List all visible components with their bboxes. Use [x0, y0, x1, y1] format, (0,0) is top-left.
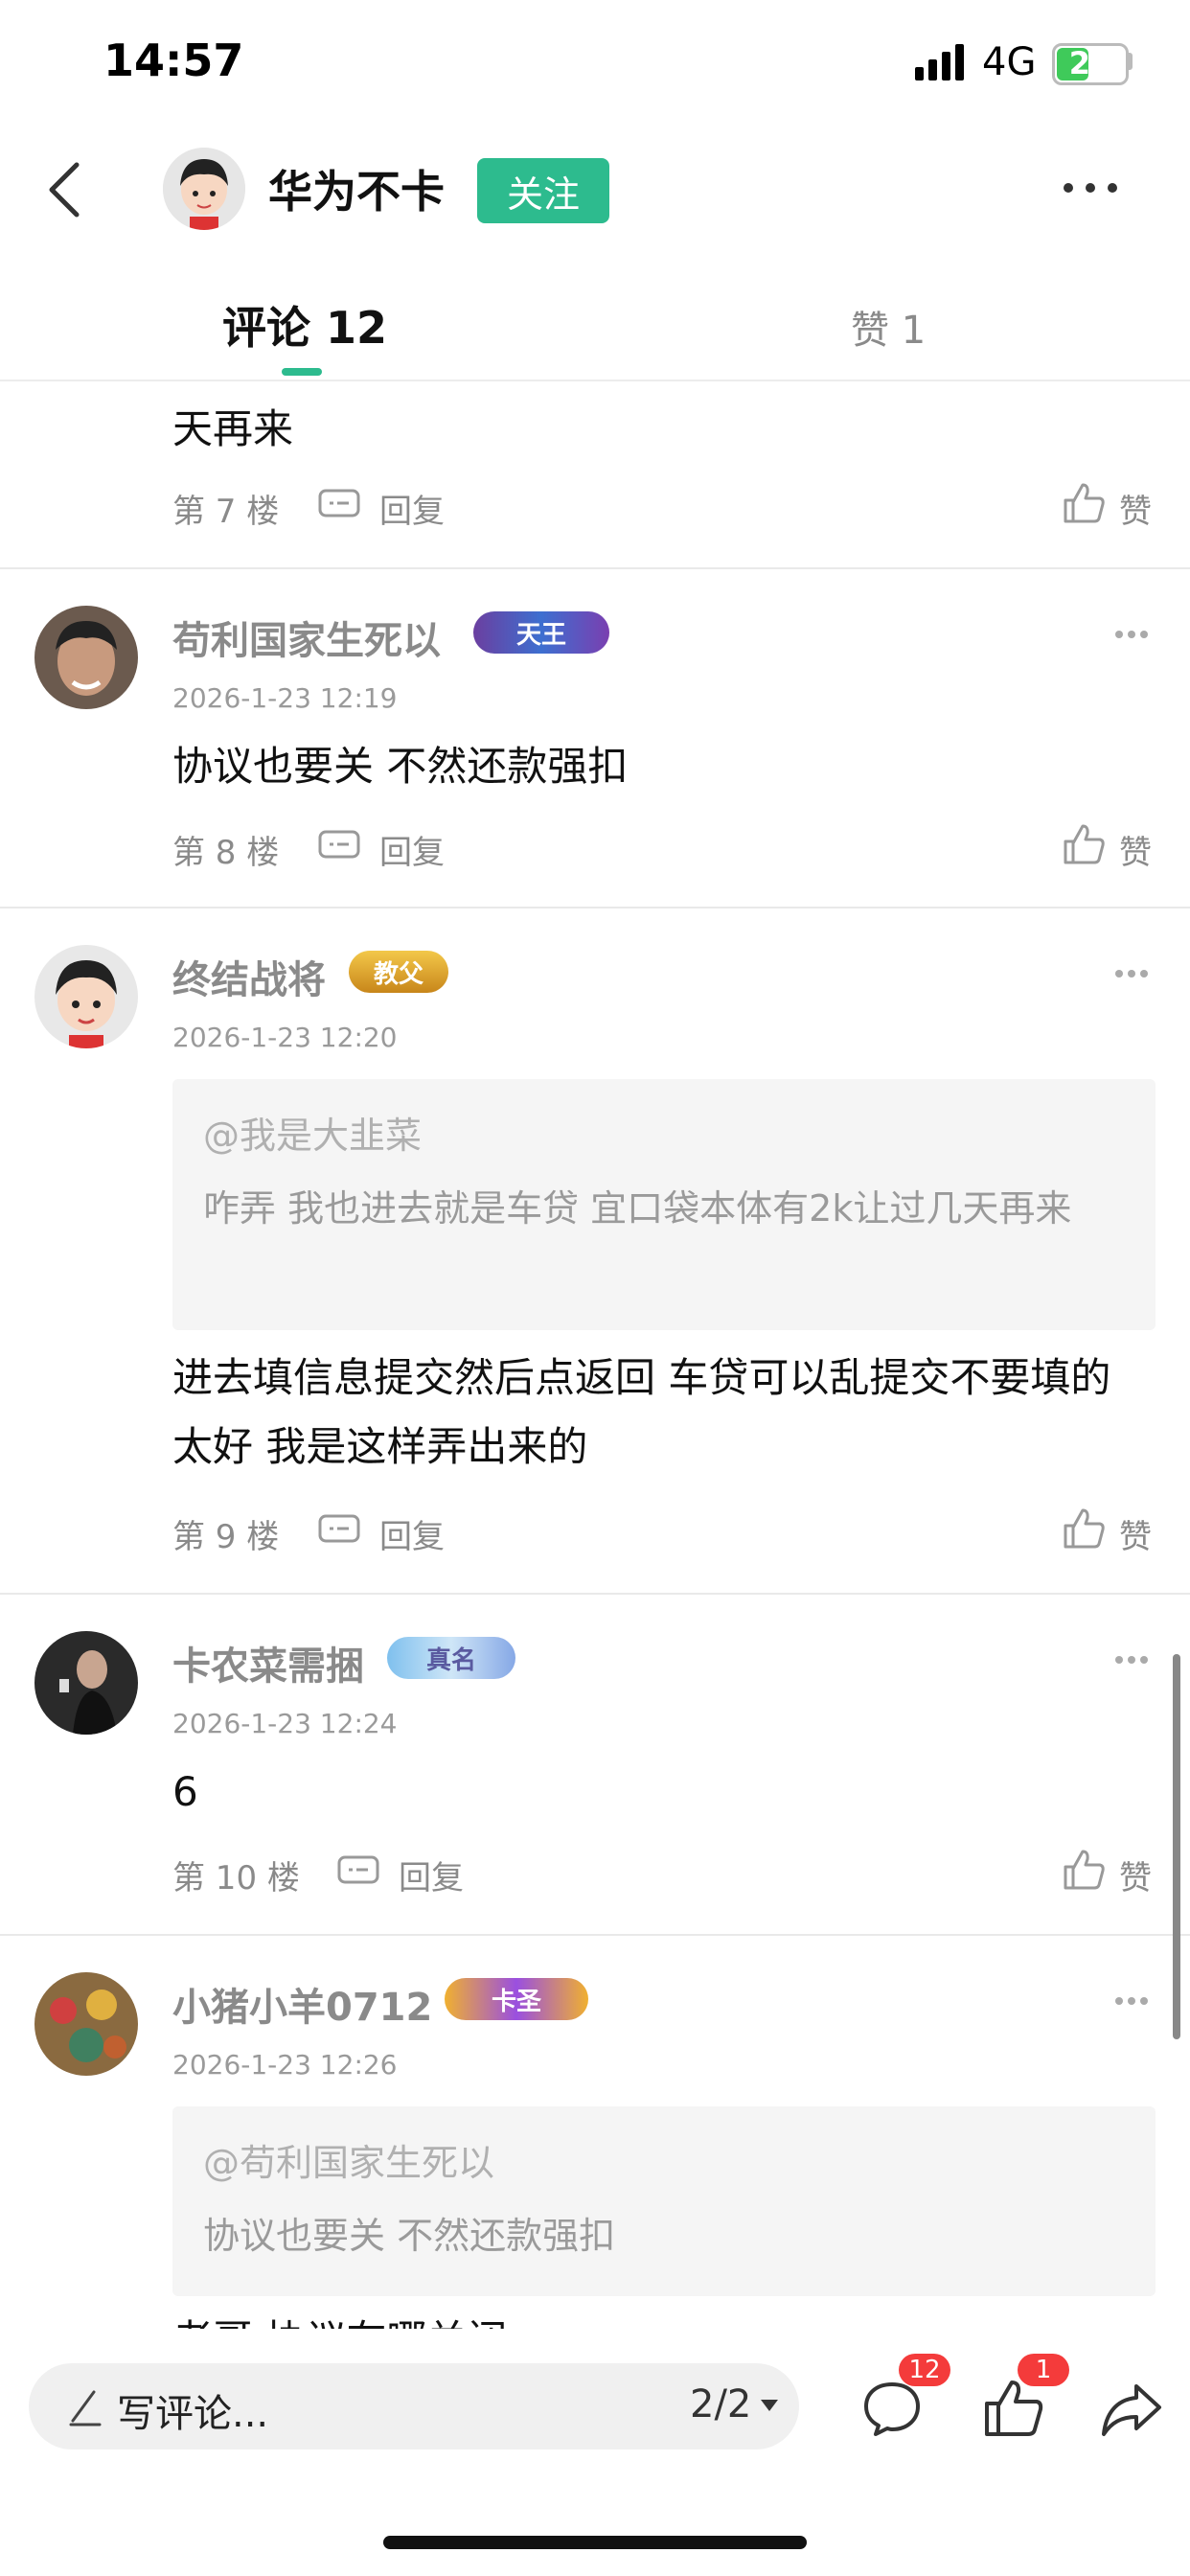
comment-date: 2026-1-23 12:20 [172, 1022, 398, 1053]
comment-username[interactable]: 终结战将 [172, 949, 326, 1004]
list-item: 苟利国家生死以 天王 2026-1-23 12:19 协议也要关 不然还款强扣 … [0, 571, 1190, 908]
like-button[interactable]: 赞 [1119, 1852, 1152, 1898]
comment-more-icon[interactable] [1115, 970, 1148, 979]
reply-button[interactable]: 回复 [399, 1852, 464, 1898]
user-badge: 教父 [349, 951, 448, 993]
author-avatar[interactable] [163, 148, 245, 230]
comment-text: 进去填信息提交然后点返回 车贷可以乱提交不要填的太好 我是这样弄出来的 [172, 1354, 1111, 1470]
comment-date: 2026-1-23 12:19 [172, 682, 398, 714]
like-count-badge: 1 [1018, 2354, 1069, 2386]
reply-icon[interactable] [318, 830, 360, 862]
divider [0, 1934, 1190, 1936]
back-icon[interactable] [46, 161, 84, 218]
comment-text: 6 [172, 1768, 198, 1815]
comment-text: 协议也要关 不然还款强扣 [172, 743, 629, 790]
reply-icon[interactable] [318, 1514, 360, 1547]
thumbs-up-icon[interactable] [1062, 481, 1106, 525]
reply-icon[interactable] [318, 489, 360, 521]
network-label: 4G [982, 40, 1037, 84]
battery-level: 25 [1068, 45, 1112, 81]
list-item: 卡农菜需捆 真名 2026-1-23 12:24 6 第 10 楼 回复 赞 [0, 1597, 1190, 1936]
comment-text: 天再来 [172, 405, 294, 452]
like-button[interactable]: 赞 [1119, 485, 1152, 532]
pen-icon [69, 2390, 102, 2426]
divider [0, 907, 1190, 908]
divider [0, 567, 1190, 569]
comment-date: 2026-1-23 12:26 [172, 2049, 398, 2081]
reply-button[interactable]: 回复 [379, 826, 445, 873]
quoted-username: @我是大韭菜 [203, 1115, 423, 1157]
user-badge: 卡圣 [445, 1978, 588, 2020]
share-icon[interactable] [1100, 2377, 1163, 2440]
battery-nub [1127, 53, 1133, 70]
tab-likes[interactable]: 赞 1 [851, 299, 926, 355]
comment-input[interactable]: 写评论... 2/2 [29, 2363, 799, 2450]
tab-comments[interactable]: 评论 12 [222, 293, 387, 356]
quoted-comment[interactable]: @苟利国家生死以 协议也要关 不然还款强扣 [172, 2106, 1156, 2296]
floor-number: 第 10 楼 [172, 1859, 300, 1898]
signal-icon [915, 42, 967, 80]
follow-button[interactable]: 关注 [477, 158, 609, 223]
quoted-comment[interactable]: @我是大韭菜 咋弄 我也进去就是车贷 宜口袋本体有2k让过几天再来 [172, 1079, 1156, 1330]
floor-number: 第 7 楼 [172, 493, 280, 531]
avatar[interactable] [34, 606, 138, 709]
thumbs-up-icon[interactable] [1062, 1506, 1106, 1551]
chevron-down-icon[interactable] [761, 2400, 778, 2411]
status-time: 14:57 [103, 34, 244, 86]
reply-icon[interactable] [337, 1855, 379, 1888]
comment-count-badge: 12 [899, 2354, 950, 2386]
battery-icon: 25 [1052, 43, 1129, 85]
comment-input-placeholder: 写评论... [117, 2392, 269, 2436]
like-button[interactable]: 赞 [1119, 826, 1152, 873]
page-indicator[interactable]: 2/2 [690, 2382, 751, 2426]
comment-more-icon[interactable] [1115, 631, 1148, 640]
home-indicator[interactable] [383, 2536, 807, 2549]
scrollbar[interactable] [1173, 1654, 1180, 2039]
like-button[interactable]: 赞 [1119, 1510, 1152, 1557]
floor-number: 第 9 楼 [172, 1518, 280, 1556]
comment-username[interactable]: 卡农菜需捆 [172, 1635, 364, 1690]
floor-number: 第 8 楼 [172, 834, 280, 872]
divider [0, 1593, 1190, 1595]
quoted-text: 咋弄 我也进去就是车贷 宜口袋本体有2k让过几天再来 [203, 1187, 1072, 1230]
comment-date: 2026-1-23 12:24 [172, 1708, 398, 1739]
comment-username[interactable]: 苟利国家生死以 [172, 610, 441, 665]
tab-indicator [282, 368, 322, 376]
list-item: 天再来 第 7 楼 回复 赞 [0, 381, 1190, 569]
author-name[interactable]: 华为不卡 [268, 157, 445, 220]
list-item: 终结战将 教父 2026-1-23 12:20 @我是大韭菜 咋弄 我也进去就是… [0, 910, 1190, 1595]
quoted-username: @苟利国家生死以 [203, 2142, 495, 2184]
comment-username[interactable]: 小猪小羊0712 [172, 1976, 432, 2032]
reply-button[interactable]: 回复 [379, 1510, 445, 1557]
list-item: 小猪小羊0712 卡圣 2026-1-23 12:26 @苟利国家生死以 协议也… [0, 1938, 1190, 2340]
avatar[interactable] [34, 1631, 138, 1735]
quoted-text: 协议也要关 不然还款强扣 [203, 2215, 616, 2257]
avatar[interactable] [34, 945, 138, 1048]
thumbs-up-icon[interactable] [1062, 1848, 1106, 1892]
reply-button[interactable]: 回复 [379, 485, 445, 532]
comment-more-icon[interactable] [1115, 1656, 1148, 1666]
thumbs-up-icon[interactable] [1062, 822, 1106, 866]
comment-more-icon[interactable] [1115, 1997, 1148, 2007]
more-options-icon[interactable] [1064, 178, 1117, 197]
user-badge: 真名 [387, 1637, 515, 1679]
user-badge: 天王 [473, 611, 609, 654]
avatar[interactable] [34, 1972, 138, 2076]
